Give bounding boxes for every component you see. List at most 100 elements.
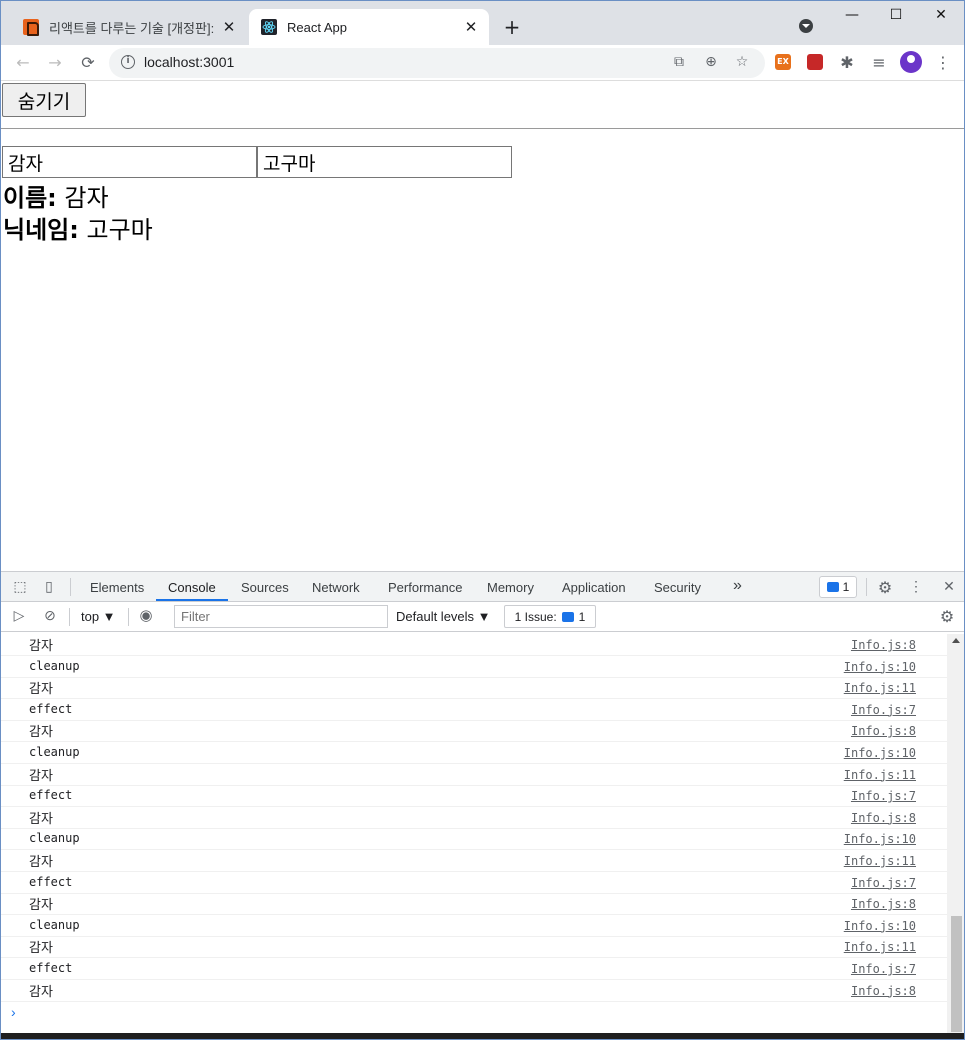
- tab-search-icon[interactable]: [799, 19, 813, 33]
- reading-list-icon[interactable]: ≡: [867, 51, 891, 75]
- source-link[interactable]: Info.js:7: [851, 876, 916, 890]
- scroll-up-icon[interactable]: [952, 638, 960, 643]
- console-prompt[interactable]: ›: [11, 1004, 16, 1020]
- console-scrollbar[interactable]: [947, 634, 964, 1039]
- clear-console-icon[interactable]: ⊘: [41, 607, 59, 625]
- close-window-button[interactable]: ✕: [926, 7, 956, 23]
- minimize-button[interactable]: —: [837, 7, 867, 23]
- active-tab-indicator: [156, 599, 228, 601]
- tab-console[interactable]: Console: [168, 580, 216, 595]
- source-link[interactable]: Info.js:10: [844, 919, 916, 933]
- source-link[interactable]: Info.js:11: [844, 854, 916, 868]
- sidebar-toggle-icon[interactable]: ▷: [10, 607, 28, 625]
- console-message: effect: [29, 961, 73, 975]
- reload-icon[interactable]: ⟳: [76, 51, 100, 75]
- tab-performance[interactable]: Performance: [388, 580, 462, 595]
- issues-count: 1: [578, 609, 586, 624]
- name-input[interactable]: [2, 146, 257, 178]
- page-content: 숨기기 이름: 감자 닉네임: 고구마: [1, 81, 964, 571]
- console-message: 감자: [29, 682, 53, 698]
- console-message: cleanup: [29, 745, 80, 759]
- console-message: 감자: [29, 941, 53, 957]
- source-link[interactable]: Info.js:7: [851, 703, 916, 717]
- source-link[interactable]: Info.js:8: [851, 638, 916, 652]
- issues-button[interactable]: 1 Issue: 1: [504, 605, 596, 628]
- back-icon[interactable]: ←: [11, 51, 35, 75]
- issues-count: 1: [842, 580, 850, 594]
- issues-badge[interactable]: 1: [819, 576, 857, 598]
- console-row: effect Info.js:7: [1, 958, 947, 980]
- devtools-panel: ⬚ ▯ Elements Console Sources Network Per…: [1, 571, 964, 1039]
- profile-avatar[interactable]: [900, 51, 922, 73]
- new-tab-button[interactable]: +: [501, 15, 523, 39]
- devtools-menu-icon[interactable]: ⋮: [907, 578, 925, 596]
- translate-icon[interactable]: ⧉: [669, 54, 689, 72]
- site-info-icon[interactable]: i: [121, 55, 135, 69]
- address-bar[interactable]: i localhost:3001 ⧉ ⊕ ☆: [109, 48, 765, 78]
- device-toolbar-icon[interactable]: ▯: [40, 578, 58, 596]
- console-row: 감자 Info.js:8: [1, 634, 947, 656]
- console-message: 감자: [29, 984, 53, 1000]
- settings-gear-icon[interactable]: ⚙: [876, 578, 894, 597]
- book-icon: [23, 19, 39, 36]
- tab-react-book[interactable]: 리액트를 다루는 기술 [개정판]: 리 ✕: [11, 9, 247, 45]
- tab-security[interactable]: Security: [654, 580, 701, 595]
- tab-elements[interactable]: Elements: [90, 580, 144, 595]
- source-link[interactable]: Info.js:7: [851, 789, 916, 803]
- divider: [1, 128, 964, 129]
- source-link[interactable]: Info.js:10: [844, 746, 916, 760]
- divider: [128, 608, 129, 626]
- extensions-puzzle-icon[interactable]: ✱: [835, 51, 859, 75]
- eye-icon[interactable]: ◉: [137, 606, 155, 624]
- divider: [70, 578, 71, 596]
- console-filter-input[interactable]: [174, 605, 388, 628]
- extension-ex-icon[interactable]: EX: [775, 54, 791, 70]
- forward-icon[interactable]: →: [43, 51, 67, 75]
- source-link[interactable]: Info.js:8: [851, 984, 916, 998]
- context-selector[interactable]: top ▼: [81, 609, 116, 624]
- close-devtools-icon[interactable]: ✕: [940, 578, 958, 596]
- source-link[interactable]: Info.js:11: [844, 768, 916, 782]
- console-row: effect Info.js:7: [1, 872, 947, 894]
- tab-react-app[interactable]: React App ✕: [249, 9, 489, 45]
- divider: [866, 578, 867, 596]
- maximize-button[interactable]: ☐: [881, 7, 911, 23]
- zoom-icon[interactable]: ⊕: [701, 54, 721, 72]
- console-message: effect: [29, 874, 73, 889]
- browser-window: 리액트를 다루는 기술 [개정판]: 리 ✕ React App ✕ + — ☐…: [0, 0, 965, 1040]
- console-message: 감자: [29, 725, 53, 741]
- source-link[interactable]: Info.js:8: [851, 811, 916, 825]
- console-row: 감자 Info.js:11: [1, 936, 947, 959]
- console-row: 감자 Info.js:11: [1, 677, 947, 700]
- tab-application[interactable]: Application: [562, 580, 626, 595]
- hide-button[interactable]: 숨기기: [2, 83, 86, 117]
- url-text: localhost:3001: [144, 54, 235, 70]
- source-link[interactable]: Info.js:11: [844, 681, 916, 695]
- tab-title: React App: [287, 19, 347, 35]
- extension-red-icon[interactable]: [807, 54, 823, 70]
- nickname-input[interactable]: [257, 146, 512, 178]
- log-levels-dropdown[interactable]: Default levels ▼: [396, 609, 491, 624]
- bookmark-star-icon[interactable]: ☆: [732, 54, 752, 72]
- name-value: 감자: [64, 184, 109, 212]
- tab-sources[interactable]: Sources: [241, 580, 289, 595]
- console-settings-icon[interactable]: ⚙: [938, 607, 956, 626]
- source-link[interactable]: Info.js:8: [851, 724, 916, 738]
- source-link[interactable]: Info.js:10: [844, 832, 916, 846]
- more-tabs-icon[interactable]: »: [733, 577, 742, 595]
- scrollbar-thumb[interactable]: [951, 916, 962, 1032]
- console-message: effect: [29, 701, 73, 716]
- close-tab-icon[interactable]: ✕: [219, 18, 239, 36]
- close-tab-icon[interactable]: ✕: [461, 18, 481, 36]
- console-row: 감자 Info.js:11: [1, 850, 947, 872]
- tab-memory[interactable]: Memory: [487, 580, 534, 595]
- console-message: 감자: [29, 639, 53, 654]
- source-link[interactable]: Info.js:10: [844, 660, 916, 674]
- inspect-element-icon[interactable]: ⬚: [11, 578, 29, 596]
- tab-strip: 리액트를 다루는 기술 [개정판]: 리 ✕ React App ✕ + — ☐…: [1, 1, 964, 45]
- source-link[interactable]: Info.js:11: [844, 940, 916, 954]
- source-link[interactable]: Info.js:8: [851, 897, 916, 911]
- tab-network[interactable]: Network: [312, 580, 360, 595]
- source-link[interactable]: Info.js:7: [851, 962, 916, 976]
- menu-kebab-icon[interactable]: ⋮: [931, 51, 955, 75]
